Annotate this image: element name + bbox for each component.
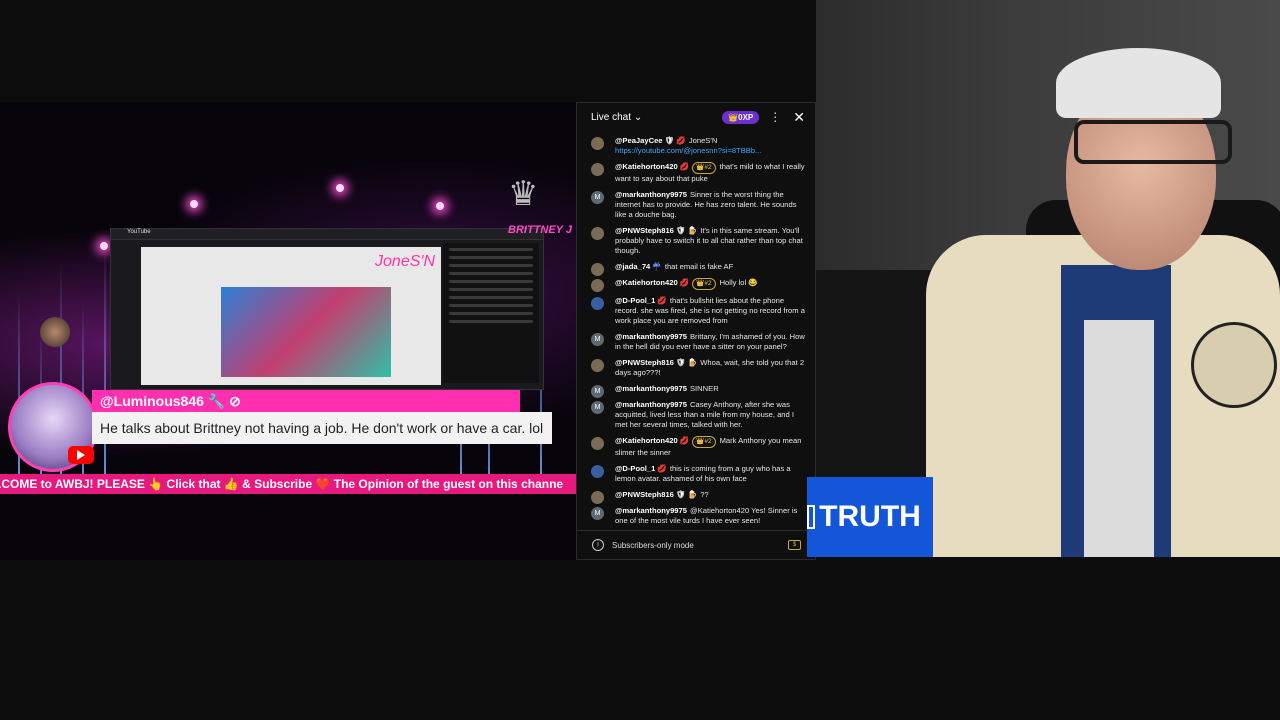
chat-author[interactable]: @Katiehorton420 💋 — [615, 278, 689, 287]
chat-author[interactable]: @Katiehorton420 💋 — [615, 162, 689, 171]
sparkle — [436, 202, 444, 210]
chat-message[interactable]: M @markanthony9975 Sinner is the worst thi… — [577, 187, 815, 223]
sparkle — [190, 200, 198, 208]
rank-badge: 👑#2 — [692, 162, 716, 174]
chat-author[interactable]: @D-Pool_1 💋 — [615, 464, 667, 473]
chat-message[interactable]: @jada_74 ☔ that email is fake AF — [577, 259, 815, 276]
light-ray — [104, 242, 106, 492]
info-icon[interactable]: i — [592, 539, 604, 551]
avatar[interactable] — [591, 227, 604, 240]
avatar[interactable] — [591, 163, 604, 176]
rank-badge: 👑#2 — [692, 436, 716, 448]
chat-author[interactable]: @markanthony9975 — [615, 190, 687, 199]
jacket-patch — [1191, 322, 1277, 408]
inner-tab-label: YouTube — [111, 229, 543, 240]
chat-message[interactable]: @Katiehorton420 💋 👑#2 Holly lol 😂 — [577, 275, 815, 293]
text-cursor — [807, 505, 815, 529]
close-icon[interactable]: ✕ — [793, 109, 805, 126]
chat-author[interactable]: @PNWSteph816 🛡 🍺 — [615, 226, 697, 235]
chat-message[interactable]: M @markanthony9975 SINNER — [577, 381, 815, 398]
chat-author[interactable]: @markanthony9975 — [615, 400, 687, 409]
nested-stream-screenshot: YouTube JoneS'N — [110, 228, 544, 390]
chat-message[interactable]: @PeaJayCee 🛡 💋 JoneS'N https://youtube.co… — [577, 133, 815, 159]
inner-video: JoneS'N — [141, 247, 441, 385]
chat-message[interactable]: @PNWSteph816 🛡 🍺 It's in this same stream… — [577, 223, 815, 259]
glasses — [1074, 120, 1232, 164]
chat-author[interactable]: @PNWSteph816 🛡 🍺 — [615, 358, 697, 367]
guest-avatar — [40, 317, 70, 347]
chevron-down-icon: ⌄ — [633, 111, 643, 123]
chat-message[interactable]: @PNWSteph816 🛡 🍺 Whoa, wait, she told you… — [577, 355, 815, 381]
chat-title: Live chat — [591, 111, 632, 123]
avatar[interactable] — [591, 297, 604, 310]
chat-text: Holly lol 😂 — [719, 278, 758, 287]
chat-message[interactable]: M @markanthony9975 Brittany, I'm ashamed o… — [577, 329, 815, 355]
live-chat-panel: Live chat ⌄ 👑0XP ⋮ ✕ @PeaJayCee 🛡 💋 JoneS… — [576, 102, 816, 560]
avatar[interactable] — [591, 465, 604, 478]
chat-mode-dropdown[interactable]: Live chat ⌄ — [591, 112, 722, 123]
chat-message[interactable]: @PNWSteph816 🛡 🍺?? — [577, 487, 815, 504]
avatar[interactable]: M — [591, 333, 604, 346]
scrolling-ticker: LCOME to AWBJ! PLEASE 👆 Click that 👍 & S… — [0, 474, 578, 494]
avatar[interactable] — [591, 279, 604, 292]
brand-text: BRITTNEY J — [508, 224, 572, 236]
chat-author[interactable]: @markanthony9975 — [615, 384, 687, 393]
chat-text: ?? — [700, 490, 709, 499]
truth-label: TRUTH — [807, 477, 933, 557]
chat-message[interactable]: M @markanthony9975 Casey Anthony, after sh… — [577, 397, 815, 433]
chat-text: that email is fake AF — [664, 262, 734, 271]
chat-author[interactable]: @Katiehorton420 💋 — [615, 436, 689, 445]
chat-message[interactable]: @D-Pool_1 💋 that's bullshit lies about th… — [577, 293, 815, 329]
subscribers-only-label: Subscribers-only mode — [612, 540, 694, 550]
avatar[interactable] — [591, 437, 604, 450]
avatar[interactable] — [591, 137, 604, 150]
alert-message: He talks about Brittney not having a job… — [92, 412, 552, 444]
chat-author[interactable]: @markanthony9975 — [615, 332, 687, 341]
youtube-icon — [68, 446, 94, 464]
sparkle — [336, 184, 344, 192]
chat-link[interactable]: https://youtube.com/@jonesnn?si=8TBBb... — [615, 146, 761, 155]
chat-text: SINNER — [689, 384, 719, 393]
alert-username: @Luminous846 🔧 ⊘ — [92, 390, 520, 412]
inner-watermark: JoneS'N — [375, 253, 435, 270]
avatar[interactable]: M — [591, 191, 604, 204]
chat-author[interactable]: @PNWSteph816 🛡 🍺 — [615, 490, 697, 499]
ticker-text: LCOME to AWBJ! PLEASE 👆 Click that 👍 & S… — [0, 477, 564, 491]
chat-author[interactable]: @jada_74 ☔ — [615, 262, 662, 271]
chat-message[interactable]: @D-Pool_1 💋 this is coming from a guy who… — [577, 461, 815, 487]
avatar[interactable]: M — [591, 507, 604, 520]
sparkle — [100, 242, 108, 250]
chat-message-list[interactable]: @PeaJayCee 🛡 💋 JoneS'N https://youtube.co… — [577, 133, 815, 531]
more-options-icon[interactable]: ⋮ — [769, 110, 781, 124]
webcam-feed — [816, 0, 1280, 557]
chat-author[interactable]: @PeaJayCee 🛡 💋 — [615, 136, 686, 145]
rank-badge: 👑#2 — [692, 278, 716, 290]
super-chat-icon[interactable]: $ — [788, 540, 801, 550]
stream-overlay-panel: YouTube JoneS'N ♛ BRITTNEY J @Luminous84… — [0, 102, 578, 560]
light-ray — [18, 292, 20, 492]
xp-badge[interactable]: 👑0XP — [722, 110, 760, 124]
crown-logo-icon: ♛ — [508, 175, 539, 213]
avatar[interactable]: M — [591, 401, 604, 414]
chat-text: JoneS'N — [688, 136, 718, 145]
cap — [1056, 48, 1221, 118]
avatar[interactable] — [591, 359, 604, 372]
chat-message[interactable]: M @markanthony9975 @Katiehorton420 Yes! Si… — [577, 503, 815, 529]
chat-message[interactable]: @Katiehorton420 💋 👑#2 that's mild to what … — [577, 159, 815, 187]
inner-video-frame — [221, 287, 391, 377]
inner-chat — [443, 243, 539, 383]
chat-header: Live chat ⌄ 👑0XP ⋮ ✕ — [577, 103, 815, 131]
chat-author[interactable]: @markanthony9975 — [615, 506, 687, 515]
chat-message[interactable]: @Katiehorton420 💋 👑#2 Mark Anthony you mea… — [577, 433, 815, 461]
chat-footer: i Subscribers-only mode $ — [577, 530, 815, 559]
chat-author[interactable]: @D-Pool_1 💋 — [615, 296, 667, 305]
